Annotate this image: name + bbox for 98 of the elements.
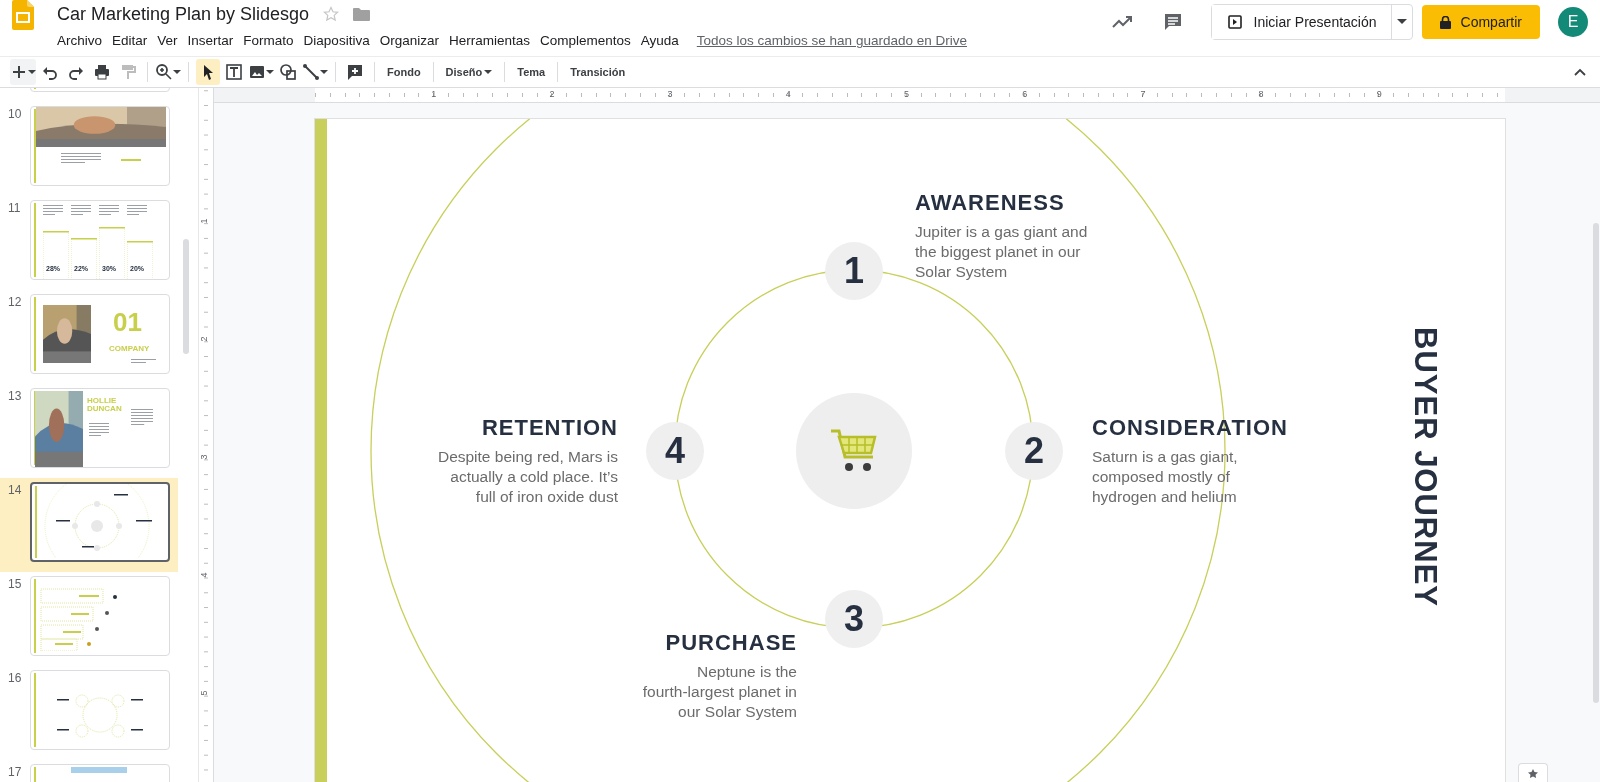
ruler-label: 3 — [667, 89, 673, 99]
ruler-label: 2 — [549, 89, 555, 99]
number-circle: 2 — [1005, 422, 1063, 480]
image-icon — [248, 63, 266, 81]
ruler-label: 4 — [198, 572, 209, 578]
bar-drawing — [127, 241, 153, 279]
menu-item[interactable]: Insertar — [182, 30, 239, 51]
menu-item[interactable]: Herramientas — [443, 30, 535, 51]
menu-item[interactable]: Complementos — [534, 30, 636, 51]
add-comment-icon — [346, 63, 364, 81]
number-circle: 1 — [825, 242, 883, 300]
share-button[interactable]: Compartir — [1421, 5, 1540, 39]
explore-button[interactable] — [1518, 763, 1548, 782]
print-icon — [93, 63, 111, 81]
stage-description: Despite being red, Mars is actually a cold place. It’s full of iron oxide dust — [437, 447, 618, 507]
ruler-label: 9 — [1376, 89, 1382, 99]
ruler-label: 2 — [198, 336, 209, 342]
paint-roller-icon — [119, 63, 137, 81]
menu-item[interactable]: Ayuda — [635, 30, 684, 51]
ruler-label: 8 — [1258, 89, 1264, 99]
text-lines-drawing — [43, 205, 63, 217]
vertical-title: BUYER JOURNEY — [1407, 327, 1443, 607]
stage-heading: RETENTION — [481, 414, 618, 442]
play-icon — [1227, 15, 1242, 29]
thumbnail-text: COMPANY — [109, 345, 150, 353]
menu-item[interactable]: Organizar — [374, 30, 444, 51]
caret-icon — [173, 69, 181, 75]
lock-icon — [1439, 15, 1451, 29]
trend-icon[interactable] — [1111, 15, 1134, 29]
text-lines-drawing — [89, 423, 109, 438]
caret-icon — [484, 69, 493, 75]
text-lines-drawing — [61, 153, 101, 165]
slide-number: 11 — [8, 201, 21, 215]
stage-description: Neptune is the fourth-largest planet in our Solar System — [642, 662, 797, 722]
number-circle: 4 — [646, 422, 704, 480]
ruler-label: 4 — [785, 89, 791, 99]
stage-heading: AWARENESS — [915, 189, 1066, 217]
ruler-label: 7 — [1140, 89, 1146, 99]
zoom-icon — [155, 63, 173, 81]
line-icon — [302, 63, 320, 81]
text-lines-drawing — [131, 409, 153, 427]
plus-icon — [10, 63, 28, 81]
slide-number: 16 — [8, 671, 22, 685]
menu-item[interactable]: Formato — [238, 30, 299, 51]
ruler-label: 6 — [1022, 89, 1028, 99]
toolbar-menu[interactable]: Diseño — [440, 59, 498, 85]
text-lines-drawing — [99, 205, 119, 217]
text-lines-drawing — [131, 359, 156, 365]
menu-item[interactable]: Ver — [152, 30, 183, 51]
toolbar-button[interactable]: Transición — [565, 59, 631, 85]
scrollbar-thumb[interactable] — [1593, 223, 1599, 703]
shape-icon — [279, 63, 297, 81]
ruler-label: 3 — [198, 454, 209, 460]
ruler-label: 1 — [198, 218, 209, 224]
caret-icon — [266, 69, 274, 75]
text-lines-drawing — [127, 205, 147, 217]
bar-drawing — [99, 227, 125, 279]
caret-icon — [28, 69, 36, 75]
number-circle: 3 — [825, 590, 883, 648]
ruler-label: 5 — [198, 690, 209, 696]
menu-item[interactable]: Diapositiva — [298, 30, 375, 51]
ruler-label: 5 — [904, 89, 909, 99]
toolbar-button[interactable]: Tema — [512, 59, 551, 85]
account-avatar[interactable]: E — [1558, 7, 1588, 37]
stage-description: Jupiter is a gas giant and the biggest planet in our Solar System — [915, 222, 1088, 282]
slide-number: 17 — [8, 765, 22, 779]
star-icon — [1527, 768, 1539, 778]
scrollbar-thumb[interactable] — [183, 239, 189, 354]
text-box-icon — [225, 63, 243, 81]
selected-slide-row[interactable]: 14 — [0, 478, 178, 572]
plus-button[interactable] — [10, 59, 36, 85]
stage-heading: PURCHASE — [665, 629, 797, 657]
text-lines-drawing — [71, 205, 91, 217]
slide-number: 12 — [8, 295, 22, 309]
caret-icon — [320, 69, 328, 75]
comment-icon[interactable] — [1162, 12, 1183, 32]
collapse-icon[interactable] — [1574, 68, 1586, 76]
slide-number: 15 — [8, 577, 22, 591]
folder-icon[interactable] — [353, 7, 371, 21]
toolbar-button[interactable]: Fondo — [382, 59, 426, 85]
save-status-link[interactable]: Todos los cambios se han guardado en Drive — [696, 33, 967, 48]
slide-number: 13 — [8, 389, 22, 403]
ruler-label: 1 — [431, 89, 437, 99]
star-icon[interactable] — [323, 6, 340, 22]
slide-number: 14 — [8, 483, 22, 497]
thumbnail-text: HOLLIE DUNCAN — [87, 397, 122, 413]
menu-item[interactable]: Archivo — [57, 30, 107, 51]
slide-number: 10 — [8, 107, 22, 121]
document-title[interactable]: Car Marketing Plan by Slidesgo — [57, 3, 310, 25]
bar-drawing — [71, 238, 97, 279]
slide-thumbnail[interactable] — [30, 482, 170, 562]
cursor-tool[interactable] — [196, 59, 220, 85]
caret-icon — [1396, 19, 1407, 25]
menu-item[interactable]: Editar — [107, 30, 153, 51]
banner-drawing — [71, 767, 127, 773]
thumbnail-text: 01 — [113, 309, 142, 335]
bar-drawing — [43, 231, 69, 279]
accent-line-drawing — [121, 159, 141, 161]
